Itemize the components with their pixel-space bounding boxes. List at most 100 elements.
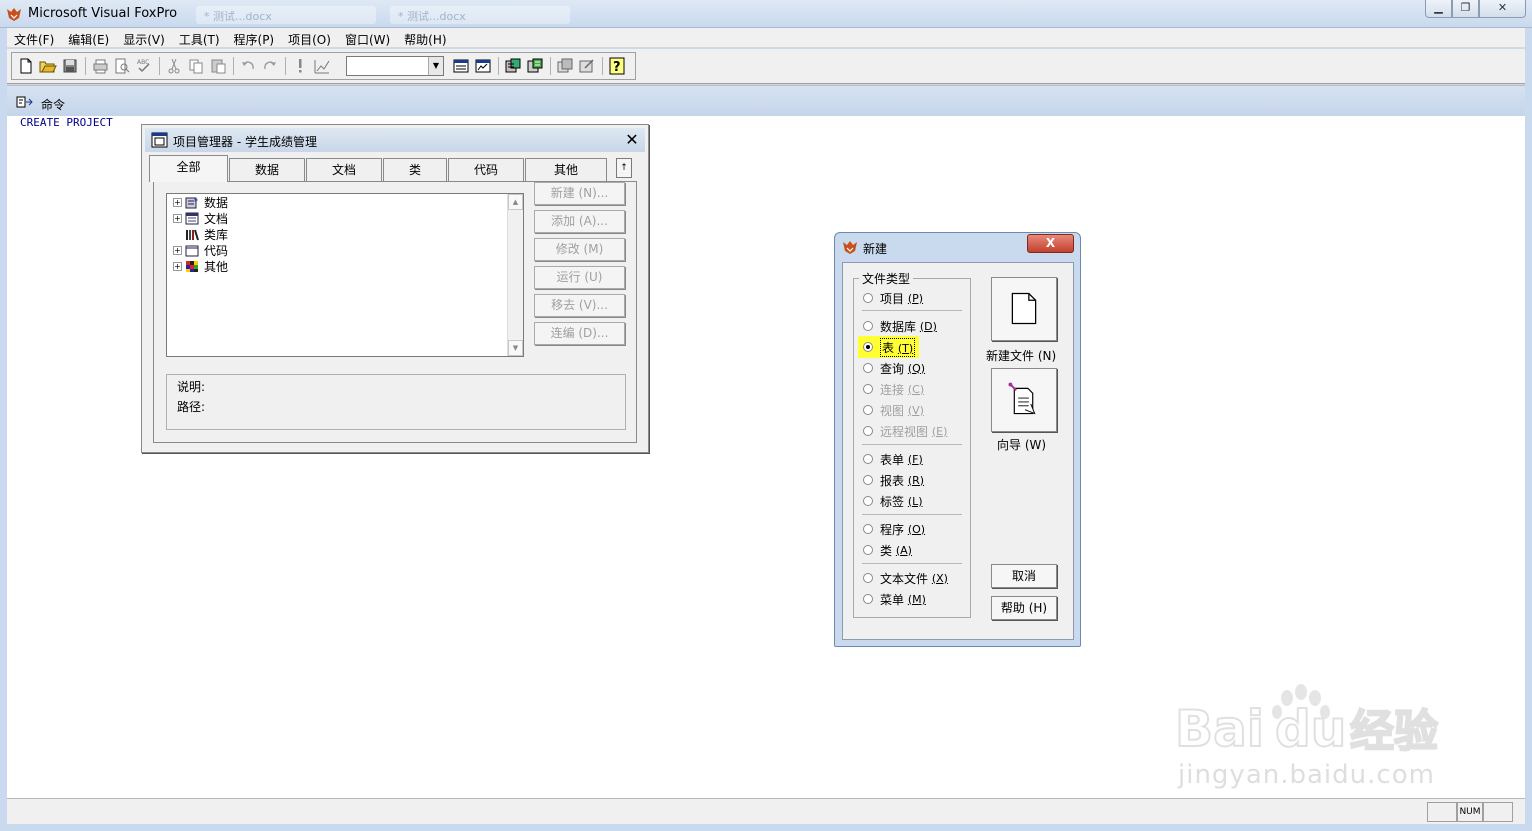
tree-item-label: 文档	[204, 211, 229, 226]
radio-database[interactable]: 数据库 (D)	[863, 318, 937, 334]
num-lock-indicator: NUM	[1457, 802, 1483, 822]
tab-classes[interactable]: 类	[383, 158, 447, 181]
cut-icon[interactable]	[164, 56, 184, 76]
menu-window[interactable]: 窗口(W)	[338, 28, 397, 48]
print-icon[interactable]	[90, 56, 110, 76]
modify-button[interactable]: 修改 (M)	[534, 238, 625, 261]
baidu-logo: Bai du 经验	[1175, 684, 1439, 759]
scroll-up-icon[interactable]: ▲	[508, 194, 523, 210]
help-icon[interactable]: ?	[607, 56, 627, 76]
print-preview-icon[interactable]	[112, 56, 132, 76]
foxpro-app-icon	[842, 239, 858, 255]
expand-icon[interactable]: +	[173, 245, 182, 255]
radio-report[interactable]: 报表 (R)	[863, 472, 924, 488]
open-icon[interactable]	[38, 56, 58, 76]
blank-document-icon	[1011, 292, 1037, 325]
close-icon[interactable]: X	[1027, 234, 1074, 253]
scroll-down-icon[interactable]: ▼	[508, 340, 523, 356]
run-button[interactable]: 运行 (U)	[534, 266, 625, 289]
dialog-body: 文件类型 项目 (P) 数据库 (D) 表 (T) 查询 (Q) 连接 (C) …	[842, 262, 1074, 640]
command-window-icon[interactable]	[451, 56, 471, 76]
tab-all[interactable]: 全部	[149, 155, 228, 182]
redo-icon[interactable]	[260, 56, 280, 76]
spelling-icon[interactable]: ABC	[134, 56, 154, 76]
add-button[interactable]: 添加 (A)...	[534, 210, 625, 233]
expand-icon[interactable]: +	[173, 261, 182, 271]
radio-program[interactable]: 程序 (O)	[863, 521, 925, 537]
standard-toolbar: ABC ▼ ?	[7, 49, 1525, 84]
copy-icon[interactable]	[186, 56, 206, 76]
view-window-icon[interactable]	[473, 56, 493, 76]
radio-form[interactable]: 表单 (F)	[863, 451, 923, 467]
paste-icon[interactable]	[208, 56, 228, 76]
close-icon[interactable]: ✕	[624, 132, 640, 149]
class-library-icon	[186, 229, 199, 240]
tree-item-documents[interactable]: + 文档	[173, 210, 228, 226]
modify-form-icon[interactable]	[312, 56, 332, 76]
menu-view[interactable]: 显示(V)	[116, 28, 172, 48]
radio-label[interactable]: 标签 (L)	[863, 493, 923, 509]
tree-item-data[interactable]: + 数据	[173, 194, 228, 210]
tree-item-label: 类库	[204, 227, 229, 242]
baidu-jingyan-watermark: Bai du 经验 jingyan.baidu.com	[1175, 668, 1455, 798]
menu-edit[interactable]: 编辑(E)	[61, 28, 116, 48]
toolbar-separator	[550, 57, 551, 75]
menu-project[interactable]: 项目(O)	[281, 28, 338, 48]
background-taskbar-tab: * 测试...docx	[196, 6, 376, 24]
help-button[interactable]: 帮助 (H)	[991, 596, 1057, 620]
command-line[interactable]: CREATE PROJECT	[20, 116, 113, 129]
tab-other[interactable]: 其他	[525, 158, 607, 181]
tab-data[interactable]: 数据	[229, 158, 305, 181]
save-icon[interactable]	[60, 56, 80, 76]
expand-icon[interactable]: +	[173, 197, 182, 207]
radio-menu[interactable]: 菜单 (M)	[863, 591, 926, 607]
tab-documents[interactable]: 文档	[306, 158, 382, 181]
radio-view[interactable]: 视图 (V)	[863, 402, 924, 418]
new-file-icon[interactable]	[16, 56, 36, 76]
radio-text-file[interactable]: 文本文件 (X)	[863, 570, 948, 586]
toolbar-separator	[159, 57, 160, 75]
close-window-button[interactable]: ✕	[1479, 0, 1526, 18]
tree-scrollbar[interactable]: ▲ ▼	[507, 194, 523, 356]
project-tree[interactable]: + 数据 + 文档 类库 + 代码 + 其他 ▲ ▼	[166, 193, 524, 357]
undo-icon[interactable]	[238, 56, 258, 76]
toolbar-combo-box[interactable]: ▼	[346, 56, 444, 76]
run-icon[interactable]	[290, 56, 310, 76]
expand-icon[interactable]: +	[173, 213, 182, 223]
wizard-button[interactable]	[991, 368, 1057, 432]
new-file-button[interactable]	[991, 277, 1057, 341]
menu-help[interactable]: 帮助(H)	[397, 28, 453, 48]
background-taskbar-tab: * 测试...docx	[390, 6, 570, 24]
report-designer-icon[interactable]	[525, 56, 545, 76]
tab-code[interactable]: 代码	[448, 158, 524, 181]
database-designer-icon[interactable]	[503, 56, 523, 76]
form-builder-icon[interactable]	[555, 56, 575, 76]
remove-button[interactable]: 移去 (V)...	[534, 294, 625, 317]
collapse-tabs-button[interactable]: ↑	[616, 158, 632, 178]
radio-remote-view[interactable]: 远程视图 (E)	[863, 423, 947, 439]
radio-table[interactable]: 表 (T)	[858, 336, 920, 358]
radio-project[interactable]: 项目 (P)	[863, 290, 923, 306]
radio-connection[interactable]: 连接 (C)	[863, 381, 924, 397]
build-button[interactable]: 连编 (D)...	[534, 322, 625, 345]
other-icon	[186, 260, 198, 272]
radio-query[interactable]: 查询 (Q)	[863, 360, 925, 376]
cancel-button[interactable]: 取消	[991, 564, 1057, 588]
new-button[interactable]: 新建 (N)...	[534, 182, 625, 205]
data-icon	[185, 196, 198, 208]
tree-item-class-library[interactable]: 类库	[173, 226, 228, 242]
toolbar-separator	[498, 57, 499, 75]
menu-bar: 文件(F) 编辑(E) 显示(V) 工具(T) 程序(P) 项目(O) 窗口(W) 帮助(H)	[7, 28, 1525, 48]
maximize-button[interactable]: ❐	[1452, 0, 1479, 18]
auto-form-icon[interactable]	[577, 56, 597, 76]
tree-item-other[interactable]: + 其他	[173, 258, 228, 274]
menu-tools[interactable]: 工具(T)	[172, 28, 227, 48]
minimize-button[interactable]: ▁	[1425, 0, 1452, 18]
toolbar-separator	[285, 57, 286, 75]
tree-item-code[interactable]: + 代码	[173, 242, 228, 258]
description-panel: 说明: 路径:	[166, 374, 626, 430]
menu-file[interactable]: 文件(F)	[7, 28, 61, 48]
radio-class[interactable]: 类 (A)	[863, 542, 912, 558]
menu-program[interactable]: 程序(P)	[227, 28, 282, 48]
chevron-down-icon[interactable]: ▼	[428, 57, 443, 75]
